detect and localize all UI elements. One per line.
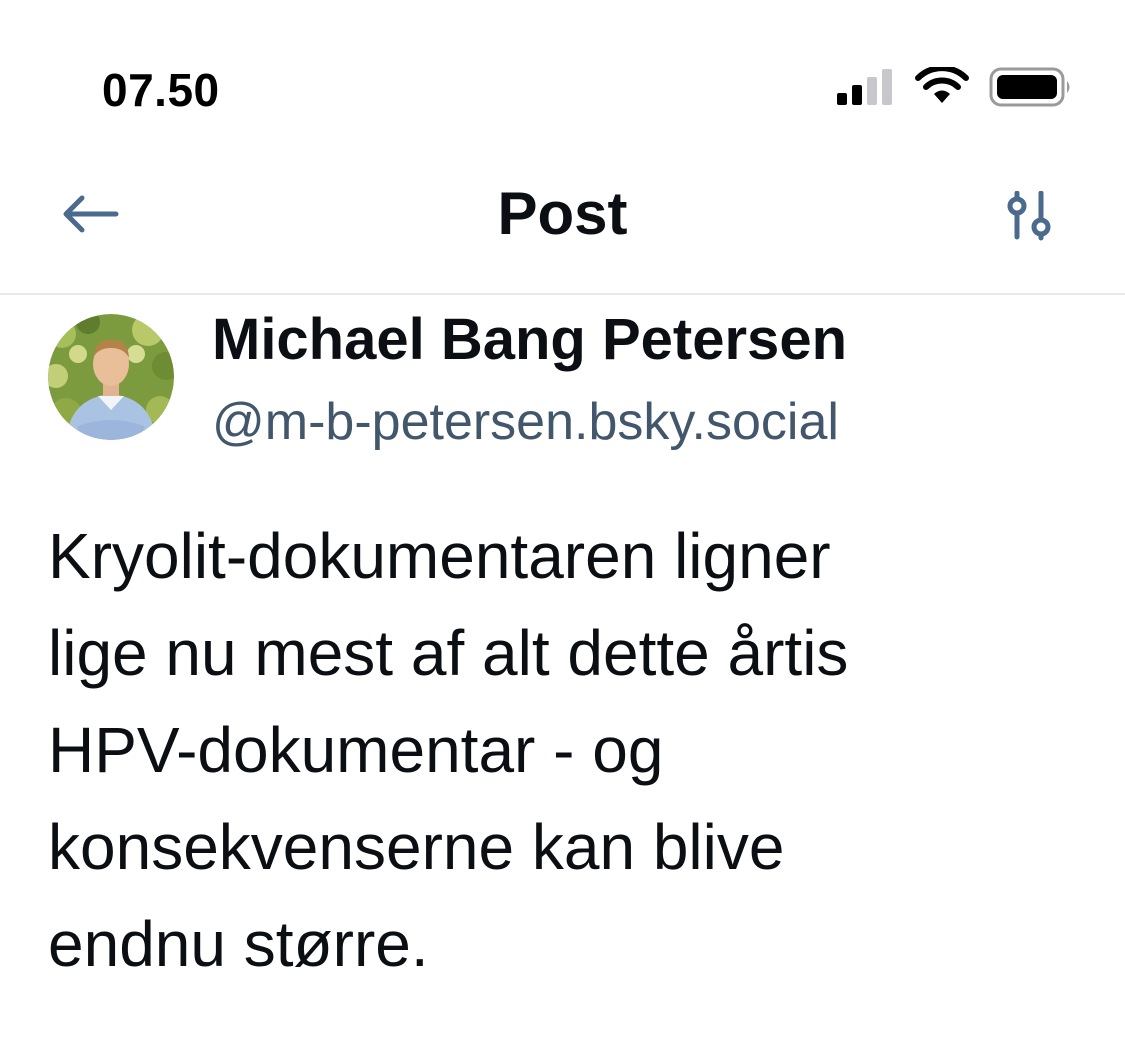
page-title: Post [497, 180, 628, 247]
post-text-line: endnu større. [48, 908, 429, 980]
status-icons [837, 64, 1073, 112]
post-text-line: lige nu mest af alt dette årtis [48, 617, 849, 689]
status-bar: 07.50 [0, 0, 1125, 150]
post-author: Michael Bang Petersen @m-b-petersen.bsky… [48, 304, 1078, 464]
cellular-signal-icon [837, 67, 895, 112]
wifi-icon [915, 64, 969, 112]
post-text-line: HPV-dokumentar - og [48, 714, 664, 786]
sliders-icon [1005, 190, 1053, 246]
post-text-line: konsekvenserne kan blive [48, 811, 785, 883]
status-time: 07.50 [102, 64, 220, 116]
thread-settings-button[interactable] [999, 188, 1059, 248]
post-text-line: Kryolit-dokumentaren ligner [48, 520, 831, 592]
post-text: Kryolit-dokumentaren ligner lige nu mest… [48, 508, 1058, 993]
author-display-name[interactable]: Michael Bang Petersen [212, 304, 847, 376]
author-handle[interactable]: @m-b-petersen.bsky.social [212, 390, 839, 454]
battery-icon [989, 67, 1073, 112]
post-header: Post [0, 150, 1125, 295]
avatar[interactable] [48, 314, 174, 440]
